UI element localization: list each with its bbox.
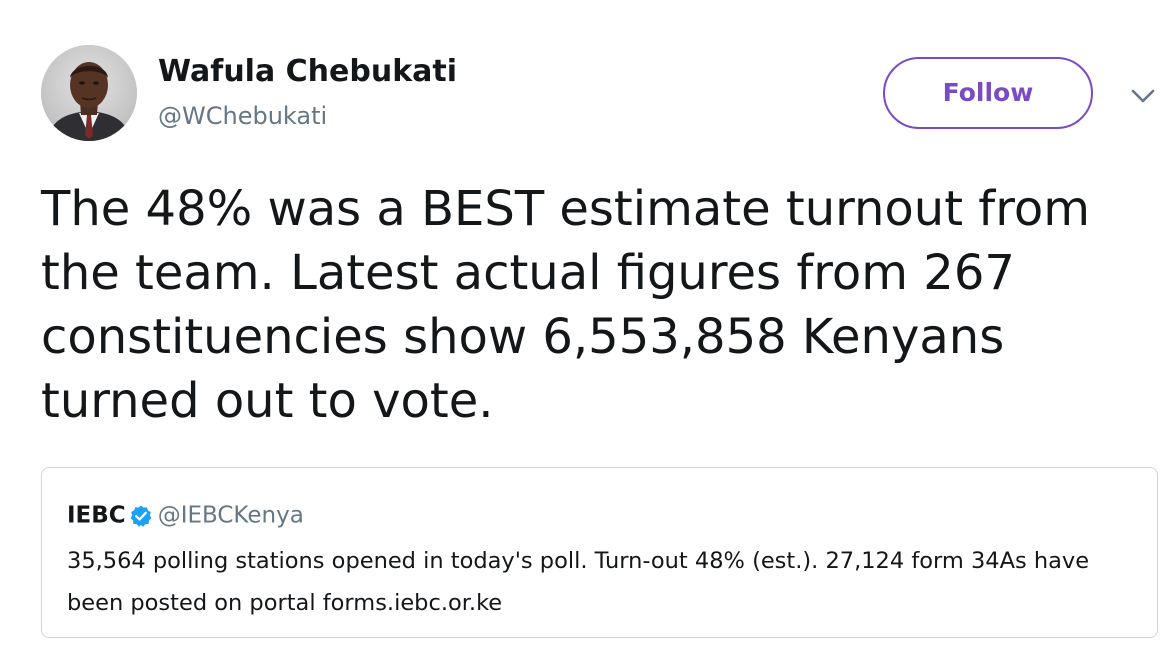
verified-badge-icon xyxy=(129,504,153,528)
chevron-down-icon[interactable] xyxy=(1128,84,1158,108)
tweet: Wafula Chebukati @WChebukati Follow The … xyxy=(0,0,1172,658)
quoted-tweet-header: IEBC @IEBCKenya xyxy=(67,499,304,531)
follow-button[interactable]: Follow xyxy=(883,57,1093,129)
quoted-author-name: IEBC xyxy=(67,502,126,529)
avatar-photo xyxy=(41,45,137,141)
avatar[interactable] xyxy=(41,45,137,141)
tweet-text: The 48% was a BEST estimate turnout from… xyxy=(41,181,1090,429)
author-display-name[interactable]: Wafula Chebukati xyxy=(158,52,457,92)
author-handle[interactable]: @WChebukati xyxy=(158,100,327,132)
quoted-author-handle: @IEBCKenya xyxy=(157,502,304,529)
quoted-tweet-card[interactable]: IEBC @IEBCKenya 35,564 polling stations o… xyxy=(41,467,1158,638)
quoted-tweet-text: 35,564 polling stations opened in today'… xyxy=(67,548,1090,616)
